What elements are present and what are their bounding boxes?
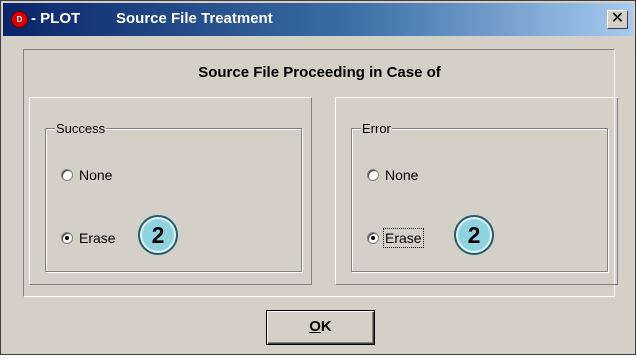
error-panel: Error None Erase 2 (335, 97, 618, 285)
radio-label[interactable]: None (385, 167, 418, 183)
radio-label[interactable]: None (79, 167, 112, 183)
radio-label[interactable]: Erase (383, 228, 424, 248)
window-title: Source File Treatment (116, 10, 273, 27)
error-radio-erase[interactable]: Erase (367, 228, 424, 248)
success-groupbox: Success None Erase 2 (45, 121, 302, 272)
ok-label: K (320, 318, 332, 335)
error-group-label: Error (361, 121, 392, 136)
dialog-window: D - PLOT Source File Treatment ✕ Source … (0, 0, 636, 355)
success-group-label: Success (55, 121, 107, 136)
error-radio-none[interactable]: None (367, 167, 418, 183)
radio-label[interactable]: Erase (79, 230, 116, 246)
ok-button[interactable]: OK (266, 310, 375, 345)
radio-button[interactable] (61, 169, 73, 181)
radio-button-checked[interactable] (61, 232, 73, 244)
success-radio-none[interactable]: None (61, 167, 112, 183)
title-prefix: - PLOT (31, 10, 81, 27)
dialog-heading: Source File Proceeding in Case of (198, 64, 441, 81)
radio-button-checked[interactable] (367, 232, 379, 244)
step-badge: 2 (138, 215, 178, 255)
error-groupbox: Error None Erase 2 (351, 121, 608, 272)
step-badge: 2 (454, 215, 494, 255)
title-bar[interactable]: D - PLOT Source File Treatment ✕ (3, 3, 633, 36)
success-radio-erase[interactable]: Erase (61, 230, 116, 246)
app-icon: D (11, 11, 28, 28)
close-icon[interactable]: ✕ (607, 10, 628, 29)
radio-button[interactable] (367, 169, 379, 181)
ok-mnemonic: O (309, 318, 321, 335)
success-panel: Success None Erase 2 (29, 97, 312, 285)
